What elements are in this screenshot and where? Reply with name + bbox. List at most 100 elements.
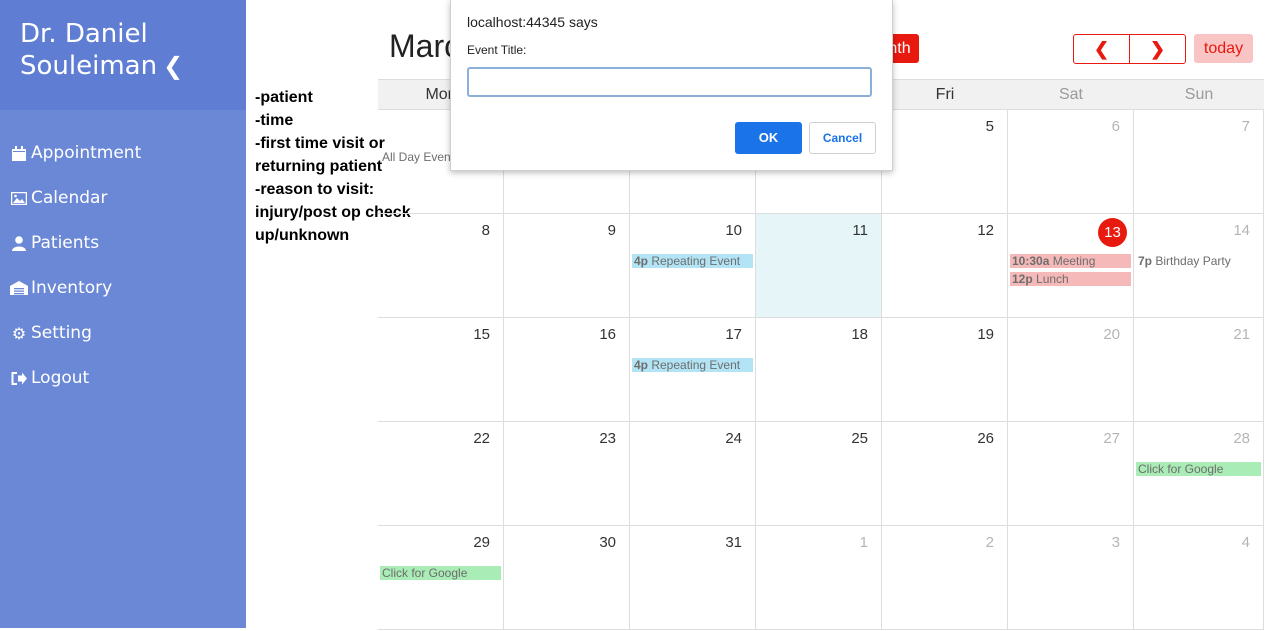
day-cell[interactable]: 26 [882, 422, 1008, 526]
sidebar-header: Dr. Daniel Souleiman ❮ [0, 0, 246, 110]
day-number: 10 [725, 222, 742, 239]
weekday-sun: Sun [1184, 86, 1214, 103]
sidebar-item-label: Patients [31, 233, 100, 253]
day-cell[interactable]: 10 4p Repeating Event [630, 214, 756, 318]
day-number: 9 [607, 222, 616, 239]
day-number: 12 [977, 222, 994, 239]
day-cell[interactable]: 17 4p Repeating Event [630, 318, 756, 422]
day-cell[interactable]: 27 [1008, 422, 1134, 526]
sidebar-item-setting[interactable]: ⚙ Setting [10, 318, 92, 348]
day-cell[interactable]: 6 [1008, 110, 1134, 214]
day-number: 15 [473, 326, 490, 343]
day-number: 2 [985, 534, 994, 551]
cancel-button[interactable]: Cancel [809, 122, 876, 154]
day-cell[interactable]: 22 [378, 422, 504, 526]
day-cell[interactable]: 12 [882, 214, 1008, 318]
sidebar-item-label: Appointment [31, 143, 142, 163]
next-button[interactable]: ❯ [1130, 35, 1185, 63]
sidebar-item-label: Calendar [31, 188, 108, 208]
calendar-event[interactable]: Click for Google [380, 566, 501, 580]
gear-icon: ⚙ [11, 323, 27, 343]
sidebar-item-label: Logout [31, 368, 90, 388]
dialog-label: Event Title: [467, 43, 527, 57]
calendar-event[interactable]: Click for Google [1136, 462, 1261, 476]
day-number: 6 [1111, 118, 1120, 135]
calendar-icon [10, 145, 28, 161]
calendar-event[interactable]: 4p Repeating Event [632, 254, 753, 268]
day-cell[interactable]: 24 [630, 422, 756, 526]
day-cell[interactable]: 25 [756, 422, 882, 526]
sidebar-item-patients[interactable]: Patients [10, 228, 99, 258]
prompt-dialog: localhost:44345 says Event Title: OK Can… [450, 0, 893, 171]
day-cell[interactable]: 19 [882, 318, 1008, 422]
day-cell[interactable]: 15 [378, 318, 504, 422]
day-number: 20 [1103, 326, 1120, 343]
day-cell[interactable]: 31 [630, 526, 756, 630]
sidebar-item-calendar[interactable]: Calendar [10, 183, 107, 213]
day-cell[interactable]: 8 [378, 214, 504, 318]
day-cell[interactable]: 21 [1134, 318, 1264, 422]
doctor-name-line1: Dr. Daniel [20, 19, 148, 49]
day-cell[interactable]: 14 7p Birthday Party [1134, 214, 1264, 318]
chevron-right-icon: ❯ [1149, 38, 1166, 59]
day-number: 25 [851, 430, 868, 447]
calendar-event[interactable]: 10:30a Meeting [1010, 254, 1131, 268]
ok-button[interactable]: OK [735, 122, 802, 154]
day-cell[interactable]: 13 10:30a Meeting 12p Lunch [1008, 214, 1134, 318]
warehouse-icon [10, 280, 28, 296]
day-number: 23 [599, 430, 616, 447]
day-number: 7 [1241, 118, 1250, 135]
day-cell[interactable]: 18 [756, 318, 882, 422]
day-number: 1 [859, 534, 868, 551]
day-cell[interactable]: 4 [1134, 526, 1264, 630]
weekday-sat: Sat [1058, 86, 1083, 103]
day-cell[interactable]: 28 Click for Google [1134, 422, 1264, 526]
day-cell[interactable]: 16 [504, 318, 630, 422]
calendar-nav-buttons: ❮ ❯ [1073, 34, 1186, 64]
day-number: 31 [725, 534, 742, 551]
day-number: 8 [481, 222, 490, 239]
calendar-event[interactable]: 4p Repeating Event [632, 358, 753, 372]
calendar-event[interactable]: 7p Birthday Party [1136, 254, 1261, 268]
calendar-event[interactable]: 12p Lunch [1010, 272, 1131, 286]
prev-button[interactable]: ❮ [1074, 35, 1130, 63]
day-number: 28 [1233, 430, 1250, 447]
sidebar-item-logout[interactable]: Logout [10, 363, 89, 393]
day-cell[interactable]: 23 [504, 422, 630, 526]
sidebar-item-label: Setting [31, 323, 92, 343]
day-cell[interactable]: 2 [882, 526, 1008, 630]
day-number: 5 [985, 118, 994, 135]
day-cell[interactable]: 9 [504, 214, 630, 318]
day-number: 16 [599, 326, 616, 343]
day-cell[interactable]: 1 [756, 526, 882, 630]
day-number: 27 [1103, 430, 1120, 447]
day-cell[interactable]: 5 [882, 110, 1008, 214]
day-number: 13 [1098, 218, 1127, 247]
day-cell[interactable]: 20 [1008, 318, 1134, 422]
day-number: 30 [599, 534, 616, 551]
sign-out-icon [10, 370, 28, 386]
event-title-input[interactable] [467, 67, 872, 97]
chevron-left-icon: ❮ [1093, 38, 1110, 59]
day-number: 26 [977, 430, 994, 447]
day-number: 11 [852, 222, 868, 239]
day-number: 3 [1111, 534, 1120, 551]
weekday-fri: Fri [935, 86, 955, 103]
day-number: 17 [725, 326, 742, 343]
day-number: 19 [977, 326, 994, 343]
sidebar-item-appointment[interactable]: Appointment [10, 138, 141, 168]
doctor-name: Dr. Daniel Souleiman ❮ [20, 18, 183, 82]
sidebar-item-inventory[interactable]: Inventory [10, 273, 112, 303]
user-icon [10, 235, 28, 251]
chevron-left-icon[interactable]: ❮ [163, 50, 183, 82]
day-cell[interactable]: 3 [1008, 526, 1134, 630]
day-number: 21 [1233, 326, 1250, 343]
day-cell[interactable]: 11 [756, 214, 882, 318]
day-number: 18 [851, 326, 868, 343]
day-number: 29 [473, 534, 490, 551]
day-cell[interactable]: 29 Click for Google [378, 526, 504, 630]
day-cell[interactable]: 7 [1134, 110, 1264, 214]
day-cell[interactable]: 30 [504, 526, 630, 630]
sidebar: Dr. Daniel Souleiman ❮ Appointment Calend… [0, 0, 246, 628]
today-button[interactable]: today [1194, 34, 1253, 63]
